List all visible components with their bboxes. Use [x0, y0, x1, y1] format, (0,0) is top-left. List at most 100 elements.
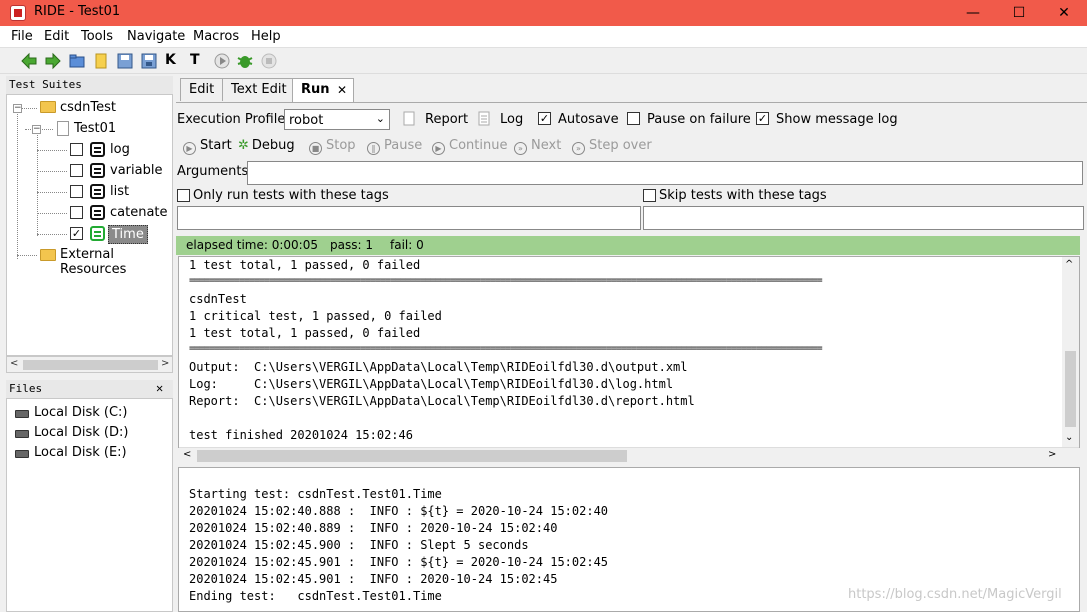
- menu-file[interactable]: File: [11, 29, 33, 44]
- keyword-checkbox[interactable]: [70, 185, 83, 198]
- tree-node-suite[interactable]: Test01: [74, 121, 116, 136]
- report-link[interactable]: Report: [425, 112, 468, 127]
- only-run-tags-label: Only run tests with these tags: [193, 188, 389, 203]
- only-run-tags-input[interactable]: [177, 206, 641, 230]
- pass-count: pass: 1: [330, 238, 373, 252]
- log-line: Starting test: csdnTest.Test01.Time: [189, 487, 442, 501]
- keyword-icon: [90, 163, 105, 178]
- execution-profile-select[interactable]: robot ⌄: [284, 109, 390, 130]
- tab-run-label: Run: [301, 82, 330, 97]
- menu-navigate[interactable]: Navigate: [127, 29, 185, 44]
- bug-icon: ✲: [238, 138, 249, 153]
- text-search-icon[interactable]: T: [190, 52, 200, 68]
- output-console[interactable]: 1 test total, 1 passed, 0 failed =======…: [178, 256, 1080, 448]
- open-folder-icon[interactable]: [68, 52, 86, 70]
- log-line: 20201024 15:02:40.888 : INFO : ${t} = 20…: [189, 504, 609, 518]
- show-message-log-label: Show message log: [776, 112, 898, 127]
- output-line: 1 test total, 1 passed, 0 failed: [189, 258, 421, 272]
- debug-bug-icon[interactable]: [236, 52, 254, 70]
- files-close-icon[interactable]: ✕: [156, 381, 163, 395]
- keyword-icon: [90, 205, 105, 220]
- output-vertical-scrollbar[interactable]: ^ ⌄: [1062, 257, 1079, 447]
- save-all-icon[interactable]: [140, 52, 158, 70]
- show-message-log-checkbox[interactable]: ✓: [756, 112, 769, 125]
- scroll-thumb[interactable]: [197, 450, 627, 462]
- tab-edit[interactable]: Edit: [180, 78, 224, 101]
- log-link[interactable]: Log: [500, 112, 523, 127]
- keyword-search-icon[interactable]: K: [165, 52, 176, 68]
- pause-button[interactable]: ‖ Pause: [367, 138, 422, 155]
- external-resources-icon: [40, 249, 56, 261]
- continue-button[interactable]: ▶ Continue: [432, 138, 507, 155]
- tab-close-icon[interactable]: ✕: [337, 83, 347, 97]
- test-suites-tree: − csdnTest − Test01 log variable list ca…: [6, 94, 173, 356]
- execution-profile-label: Execution Profile:: [177, 112, 290, 127]
- scroll-right-icon[interactable]: >: [161, 358, 169, 369]
- back-arrow-icon[interactable]: [20, 52, 38, 70]
- minimize-button[interactable]: —: [950, 0, 996, 26]
- scroll-right-icon[interactable]: >: [1048, 449, 1056, 460]
- log-line: 20201024 15:02:40.889 : INFO : 2020-10-2…: [189, 521, 558, 535]
- arguments-input[interactable]: [247, 161, 1083, 185]
- menu-tools[interactable]: Tools: [81, 29, 113, 44]
- app-icon: [10, 5, 26, 21]
- output-separator: ========================================…: [189, 275, 823, 286]
- debug-button[interactable]: ✲ Debug: [238, 138, 295, 153]
- suite-expander[interactable]: −: [32, 125, 41, 134]
- menu-edit[interactable]: Edit: [44, 29, 69, 44]
- output-separator: ========================================…: [189, 343, 823, 354]
- tree-node-root[interactable]: csdnTest: [60, 100, 116, 115]
- scroll-down-icon[interactable]: ⌄: [1065, 432, 1073, 443]
- scroll-left-icon[interactable]: <: [10, 358, 18, 369]
- disk-icon: [15, 450, 29, 458]
- files-panel: Local Disk (C:) Local Disk (D:) Local Di…: [6, 398, 173, 612]
- run-icon[interactable]: [213, 52, 231, 70]
- stop-button[interactable]: ■ Stop: [309, 138, 356, 155]
- scroll-thumb[interactable]: [1065, 351, 1076, 427]
- maximize-button[interactable]: ☐: [996, 0, 1042, 26]
- skip-tags-checkbox[interactable]: [643, 189, 656, 202]
- close-button[interactable]: ✕: [1041, 0, 1087, 26]
- forward-arrow-icon[interactable]: [44, 52, 62, 70]
- start-button[interactable]: ▶ Start: [183, 138, 232, 155]
- menu-help[interactable]: Help: [251, 29, 281, 44]
- keyword-checkbox-checked[interactable]: ✓: [70, 227, 83, 240]
- files-header: Files ✕: [6, 380, 173, 398]
- root-expander[interactable]: −: [13, 104, 22, 113]
- keyword-checkbox[interactable]: [70, 206, 83, 219]
- log-line: 20201024 15:02:45.900 : INFO : Slept 5 s…: [189, 538, 529, 552]
- tree-horizontal-scrollbar[interactable]: < >: [6, 356, 173, 373]
- tree-node-keyword[interactable]: variable: [110, 163, 162, 178]
- step-over-button[interactable]: » Step over: [572, 138, 652, 155]
- files-header-label: Files: [9, 382, 43, 395]
- disk-item[interactable]: Local Disk (C:): [34, 405, 127, 420]
- next-button[interactable]: » Next: [514, 138, 561, 155]
- new-file-icon[interactable]: [92, 52, 110, 70]
- tree-node-keyword[interactable]: catenate: [110, 205, 168, 220]
- keyword-checkbox[interactable]: [70, 143, 83, 156]
- menu-macros[interactable]: Macros: [193, 29, 239, 44]
- keyword-icon: [90, 142, 105, 157]
- tree-node-keyword[interactable]: list: [110, 184, 129, 199]
- only-run-tags-checkbox[interactable]: [177, 189, 190, 202]
- disk-item[interactable]: Local Disk (D:): [34, 425, 128, 440]
- pause-on-failure-label: Pause on failure: [647, 112, 751, 127]
- tab-run[interactable]: Run ✕: [292, 78, 354, 102]
- stop-icon[interactable]: [260, 52, 278, 70]
- autosave-checkbox[interactable]: ✓: [538, 112, 551, 125]
- tab-text-edit[interactable]: Text Edit: [222, 78, 296, 101]
- scroll-left-icon[interactable]: <: [183, 449, 191, 460]
- disk-item[interactable]: Local Disk (E:): [34, 445, 127, 460]
- output-line: 1 test total, 1 passed, 0 failed: [189, 326, 421, 340]
- pause-on-failure-checkbox[interactable]: [627, 112, 640, 125]
- tree-node-keyword-selected[interactable]: Time: [108, 225, 148, 244]
- tree-node-external[interactable]: External Resources: [60, 247, 172, 277]
- output-horizontal-scrollbar[interactable]: < >: [179, 447, 1079, 464]
- continue-icon: ▶: [432, 142, 445, 155]
- save-icon[interactable]: [116, 52, 134, 70]
- scroll-thumb[interactable]: [23, 360, 158, 370]
- scroll-up-icon[interactable]: ^: [1065, 259, 1073, 270]
- skip-tags-input[interactable]: [643, 206, 1084, 230]
- keyword-checkbox[interactable]: [70, 164, 83, 177]
- tree-node-keyword[interactable]: log: [110, 142, 130, 157]
